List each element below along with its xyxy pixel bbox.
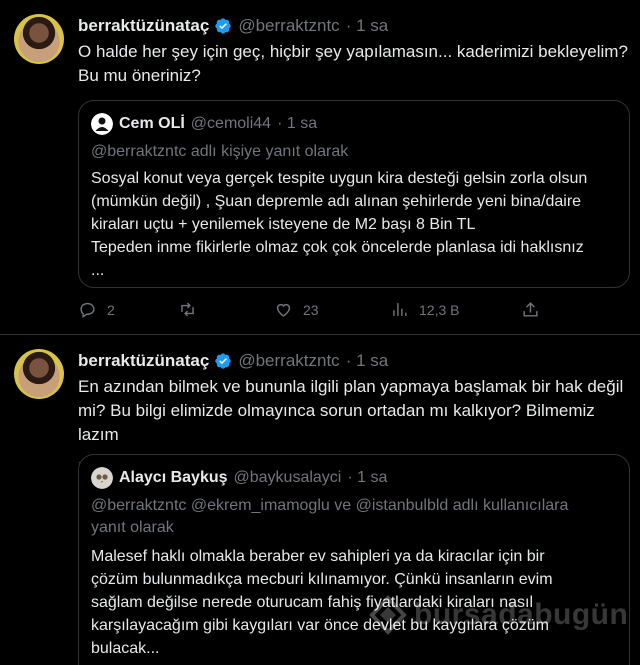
watermark-logo-icon bbox=[369, 595, 407, 635]
reply-context-line: @berraktzntc @ekrem_imamoglu ve @istanbu… bbox=[91, 497, 569, 514]
quoted-text-line: (mümkün değil) , Şuan depremle adı alına… bbox=[91, 193, 582, 210]
like-icon bbox=[276, 303, 291, 317]
reply-count: 2 bbox=[107, 301, 115, 318]
tweet-text: O halde her şey için geç, hiçbir şey yap… bbox=[78, 40, 633, 88]
share-button[interactable] bbox=[521, 300, 550, 319]
tweet-time[interactable]: · 1 sa bbox=[346, 351, 389, 371]
like-count: 23 bbox=[303, 301, 319, 318]
quoted-avatar bbox=[91, 467, 113, 489]
verified-badge-icon bbox=[215, 353, 232, 369]
quoted-text-line: kiraları uçtu + yenilemek isteyene de M2… bbox=[91, 216, 476, 233]
quoted-tweet[interactable]: Cem OLİ @cemoli44 · 1 sa @berraktzntc ad… bbox=[78, 100, 630, 288]
tweet-text-line: Bu mu öneriniz? bbox=[78, 66, 201, 85]
quoted-text-line: Malesef haklı olmakla beraber ev sahiple… bbox=[91, 548, 545, 565]
reply-icon bbox=[80, 302, 95, 318]
quoted-author-name[interactable]: Cem OLİ bbox=[119, 115, 185, 133]
tweet-text-line: mi? Bu bilgi elimizde olmayınca sorun or… bbox=[78, 401, 595, 444]
quoted-author-handle[interactable]: @baykusalayci bbox=[234, 469, 342, 487]
like-button[interactable]: 23 bbox=[274, 300, 319, 319]
quoted-text-line: Sosyal konut veya gerçek tespite uygun k… bbox=[91, 170, 588, 187]
watermark-text: bursadabugün bbox=[414, 598, 629, 631]
tweet-header: berraktüzünataç @berraktzntc · 1 sa bbox=[78, 351, 388, 371]
avatar[interactable] bbox=[14, 14, 64, 64]
quoted-time: · 1 sa bbox=[347, 469, 388, 486]
tweet-header: berraktüzünataç @berraktzntc · 1 sa bbox=[78, 16, 388, 36]
quoted-author-name[interactable]: Alaycı Baykuş bbox=[119, 469, 228, 487]
quoted-avatar bbox=[91, 113, 113, 135]
avatar[interactable] bbox=[14, 349, 64, 399]
views-count: 12,3 B bbox=[419, 301, 460, 318]
tweet-time[interactable]: · 1 sa bbox=[346, 16, 389, 36]
author-handle[interactable]: @berraktzntc bbox=[238, 16, 339, 36]
retweet-button[interactable] bbox=[178, 300, 207, 319]
quoted-text-line: Tepeden inme fikirlerle olmaz çok çok ön… bbox=[91, 239, 584, 256]
author-handle[interactable]: @berraktzntc bbox=[238, 351, 339, 371]
reply-context: @berraktzntc @ekrem_imamoglu ve @istanbu… bbox=[91, 495, 611, 539]
quoted-text: Sosyal konut veya gerçek tespite uygun k… bbox=[91, 167, 621, 282]
quoted-tweet-header: Alaycı Baykuş @baykusalayci · 1 sa bbox=[91, 467, 387, 489]
tweet-text-line: En azından bilmek ve bununla ilgili plan… bbox=[78, 377, 624, 396]
views-icon bbox=[393, 303, 407, 316]
tweet[interactable]: berraktüzünataç @berraktzntc · 1 sa O ha… bbox=[0, 0, 640, 335]
watermark: bursadabugün bbox=[368, 595, 628, 635]
author-name[interactable]: berraktüzünataç bbox=[78, 16, 209, 36]
reply-context-line: yanıt olarak bbox=[91, 519, 174, 536]
share-icon bbox=[523, 302, 538, 317]
reply-button[interactable]: 2 bbox=[78, 300, 115, 319]
quoted-author-handle[interactable]: @cemoli44 bbox=[191, 115, 271, 133]
author-name[interactable]: berraktüzünataç bbox=[78, 351, 209, 371]
quoted-tweet-header: Cem OLİ @cemoli44 · 1 sa bbox=[91, 113, 317, 135]
verified-badge-icon bbox=[215, 18, 232, 34]
quoted-time: · 1 sa bbox=[277, 115, 318, 132]
quoted-text-line: çözüm bulunmadıkça mecburi kılınamıyor. … bbox=[91, 571, 553, 588]
quoted-text-line: ... bbox=[91, 262, 105, 279]
views-button[interactable]: 12,3 B bbox=[390, 300, 459, 319]
tweet-actions: 2 23 12,3 B bbox=[78, 300, 638, 324]
reply-context: @berraktzntc adlı kişiye yanıt olarak bbox=[91, 143, 349, 160]
retweet-icon bbox=[181, 302, 194, 317]
tweet-text-line: O halde her şey için geç, hiçbir şey yap… bbox=[78, 42, 628, 61]
